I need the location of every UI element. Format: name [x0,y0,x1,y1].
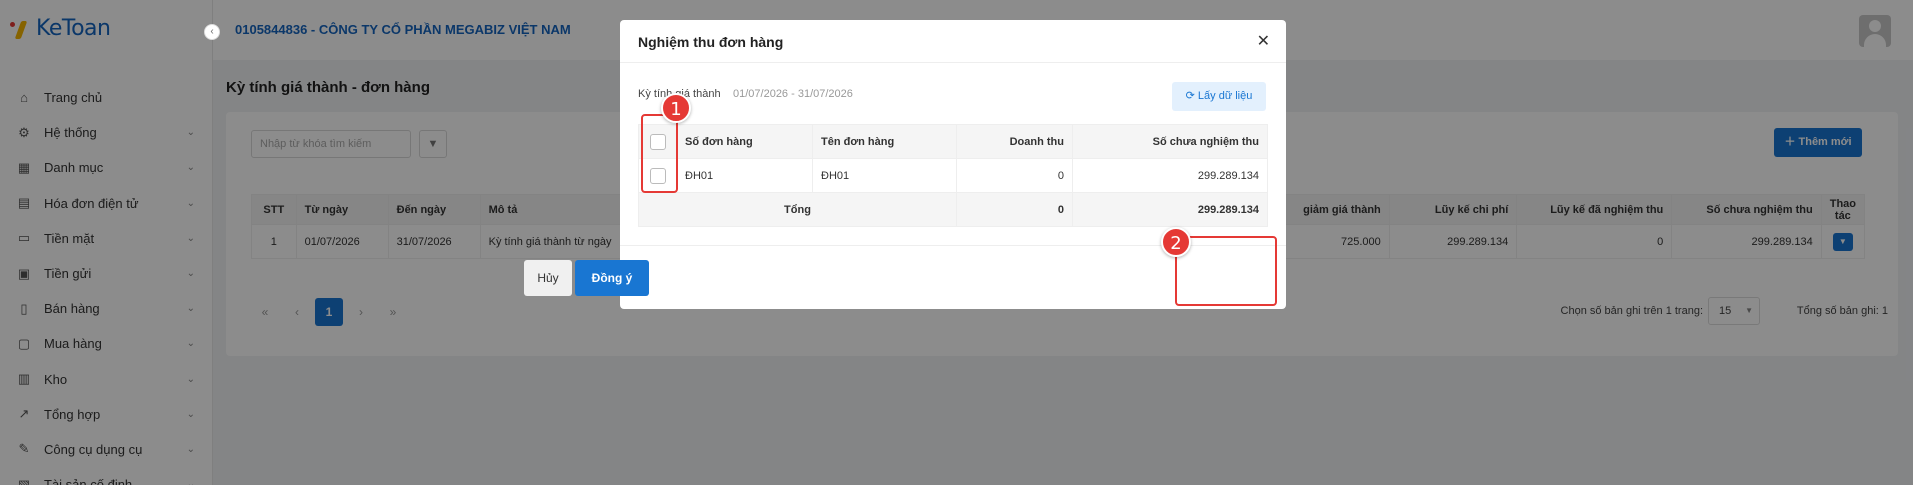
col-order-name: Tên đơn hàng [812,124,957,159]
period-value: 01/07/2026 - 31/07/2026 [733,88,853,100]
col-order-no: Số đơn hàng [676,124,813,159]
refresh-icon: ⟳ [1185,90,1198,102]
fetch-data-label: Lấy dữ liệu [1197,90,1253,102]
confirm-button[interactable]: Đồng ý [575,260,649,296]
fetch-data-button[interactable]: ⟳ Lấy dữ liệu [1172,82,1266,111]
total-label: Tổng [638,192,957,227]
annotation-badge-1: 1 [661,93,691,123]
close-icon[interactable]: ✕ [1257,31,1270,51]
total-not-accepted: 299.289.134 [1072,192,1268,227]
collapse-sidebar-button[interactable]: ‹ [204,24,220,40]
col-not-accepted: Số chưa nghiệm thu [1072,124,1268,159]
cell-order-no: ĐH01 [676,158,813,193]
table-row[interactable]: ĐH01 ĐH01 0 299.289.134 [638,158,1268,193]
orders-header-row: Số đơn hàng Tên đơn hàng Doanh thu Số ch… [638,124,1268,159]
annotation-badge-2: 2 [1161,227,1191,257]
annotation-box-1 [641,114,678,193]
dialog-title: Nghiệm thu đơn hàng [638,34,784,50]
cancel-button[interactable]: Hủy [524,260,572,296]
dialog-header: Nghiệm thu đơn hàng ✕ [620,20,1286,63]
cell-order-name: ĐH01 [812,158,957,193]
orders-table: Số đơn hàng Tên đơn hàng Doanh thu Số ch… [638,124,1268,227]
cell-not-accepted: 299.289.134 [1072,158,1268,193]
total-revenue: 0 [956,192,1073,227]
total-row: Tổng 0 299.289.134 [638,192,1268,227]
cell-revenue: 0 [956,158,1073,193]
col-revenue: Doanh thu [956,124,1073,159]
